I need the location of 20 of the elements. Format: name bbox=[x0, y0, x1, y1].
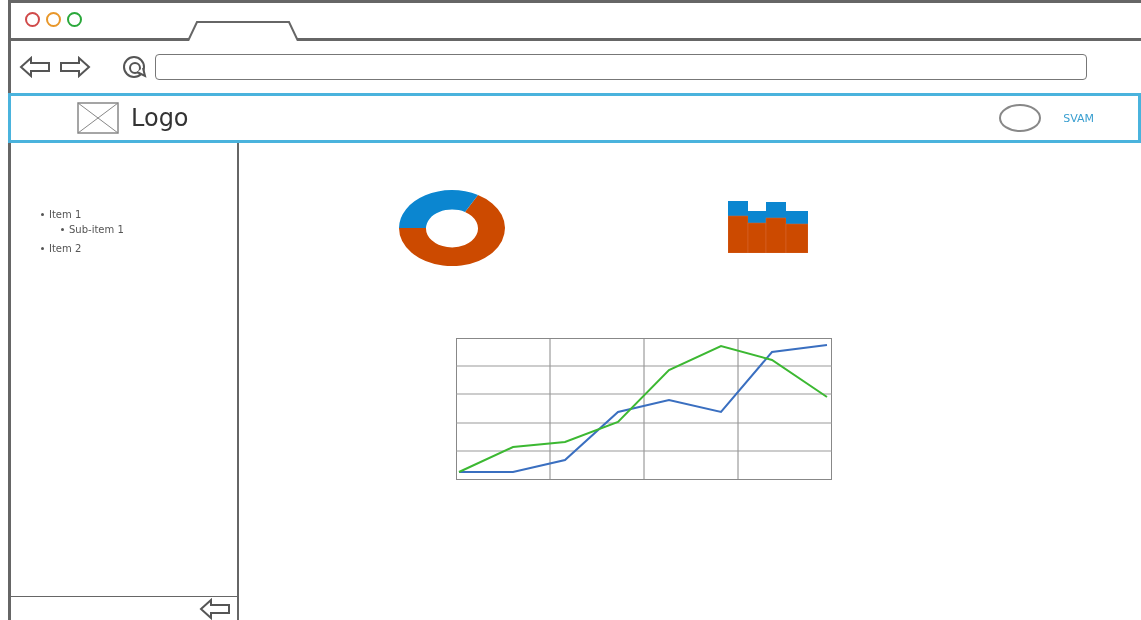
browser-tab[interactable] bbox=[187, 21, 299, 41]
stacked-bar bbox=[765, 202, 787, 253]
image-placeholder-icon bbox=[77, 102, 119, 134]
tree-item[interactable]: Item 1 bbox=[49, 209, 82, 220]
bullet-icon bbox=[61, 228, 64, 231]
stacked-bar bbox=[785, 211, 808, 253]
tree-item[interactable]: Item 2 bbox=[49, 243, 82, 254]
stacked-bar bbox=[747, 211, 767, 253]
bullet-icon bbox=[41, 247, 44, 250]
refresh-icon[interactable] bbox=[121, 54, 147, 80]
bullet-icon bbox=[41, 213, 44, 216]
back-icon[interactable] bbox=[19, 56, 51, 78]
close-icon[interactable] bbox=[25, 12, 40, 27]
collapse-arrow-icon[interactable] bbox=[199, 597, 231, 620]
stacked-bar bbox=[728, 201, 749, 253]
logo-text: Logo bbox=[131, 104, 189, 132]
forward-icon[interactable] bbox=[59, 56, 91, 78]
avatar-icon[interactable] bbox=[999, 103, 1042, 133]
maximize-icon[interactable] bbox=[67, 12, 82, 27]
tree-item[interactable]: Sub-item 1 bbox=[69, 224, 124, 235]
